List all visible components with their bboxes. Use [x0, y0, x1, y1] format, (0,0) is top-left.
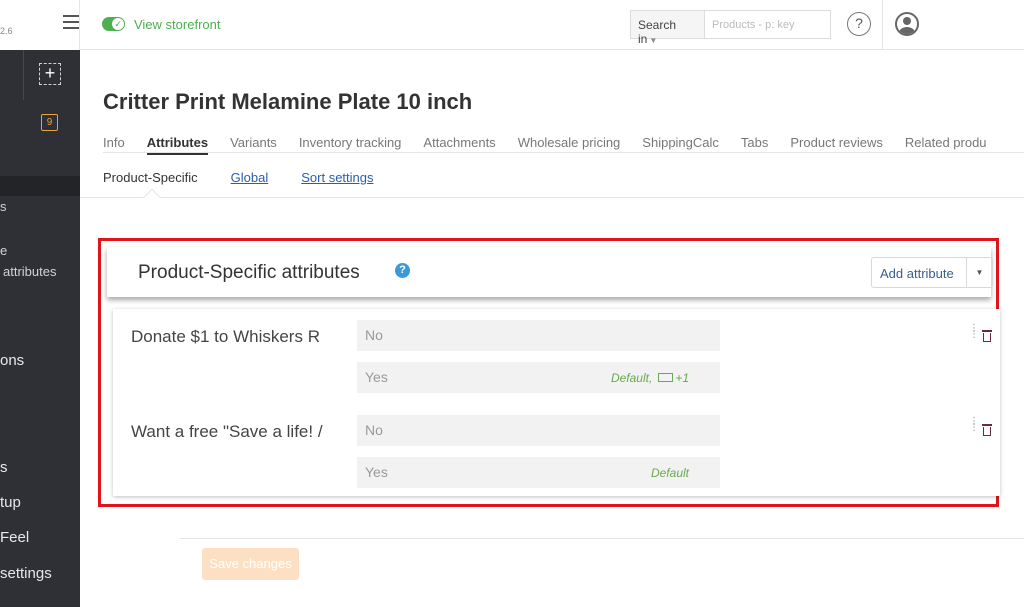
sidebar-item[interactable]: Feel	[0, 529, 29, 546]
attribute-name[interactable]: Donate $1 to Whiskers R	[131, 327, 339, 347]
add-attribute-dropdown[interactable]: ▼	[966, 257, 993, 288]
default-label: Default	[650, 466, 689, 480]
drag-handle-icon[interactable]: ⋮ ⋮	[969, 417, 979, 433]
attribute-subtabs: Product-Specific Global Sort settings	[103, 169, 407, 187]
product-tabs: Info Attributes Variants Inventory tracking…	[103, 134, 1024, 155]
option-value: Yes	[365, 464, 388, 480]
sidebar-item[interactable]: tup	[0, 494, 21, 511]
tab-inventory-tracking[interactable]: Inventory tracking	[299, 135, 402, 153]
version-label: 2.6	[0, 26, 13, 36]
tab-info[interactable]: Info	[103, 135, 125, 153]
price-modifier: +1	[675, 371, 689, 385]
subtab-sort-settings[interactable]: Sort settings	[301, 170, 373, 185]
page-title: Critter Print Melamine Plate 10 inch	[103, 89, 473, 114]
attribute-option[interactable]: No	[357, 320, 720, 351]
chevron-down-icon: ▼	[649, 36, 658, 45]
active-subtab-pointer	[143, 188, 161, 206]
tab-attachments[interactable]: Attachments	[423, 135, 495, 153]
option-value: No	[365, 422, 383, 438]
save-changes-button[interactable]: Save changes	[202, 548, 299, 580]
trash-icon[interactable]	[982, 424, 992, 436]
sidebar-active-item[interactable]	[0, 176, 80, 196]
tab-related-products[interactable]: Related produ	[905, 135, 987, 153]
attribute-option[interactable]: Yes Default, +1	[357, 362, 720, 393]
search-scope-dropdown[interactable]: Search in ▼	[630, 10, 705, 46]
subtab-global[interactable]: Global	[231, 170, 269, 185]
default-label: Default,	[610, 371, 653, 385]
search-scope-label: Search in	[638, 18, 677, 46]
help-icon[interactable]: ?	[847, 12, 871, 36]
subtab-product-specific[interactable]: Product-Specific	[103, 170, 198, 185]
attribute-option[interactable]: No	[357, 415, 720, 446]
price-modifier-icon	[658, 373, 674, 382]
subtabs-divider	[80, 197, 1024, 198]
sidebar-item[interactable]: s	[0, 459, 8, 476]
tab-variants[interactable]: Variants	[230, 135, 277, 153]
drag-handle-icon[interactable]: ⋮ ⋮	[969, 324, 979, 340]
sidebar: + 9 s e attributes ons s tup Feel settin…	[0, 50, 80, 607]
trash-icon[interactable]	[982, 330, 992, 342]
tab-tabs[interactable]: Tabs	[741, 135, 768, 153]
sidebar-top-tab[interactable]	[0, 50, 24, 100]
storefront-toggle[interactable]	[102, 17, 125, 31]
footer-divider	[180, 538, 1024, 539]
header-divider	[882, 0, 883, 50]
sidebar-item[interactable]: s	[0, 199, 7, 214]
option-value: Yes	[365, 369, 388, 385]
tab-wholesale-pricing[interactable]: Wholesale pricing	[518, 135, 621, 153]
sidebar-item[interactable]: e	[0, 243, 7, 258]
sidebar-item-attributes[interactable]: attributes	[3, 264, 56, 279]
menu-icon[interactable]	[63, 15, 79, 29]
main-content: Critter Print Melamine Plate 10 inch Inf…	[80, 51, 1024, 607]
option-meta: Default, +1	[611, 371, 689, 385]
tab-shippingcalc[interactable]: ShippingCalc	[642, 135, 719, 153]
add-icon[interactable]: +	[39, 63, 61, 85]
attribute-option[interactable]: Yes Default	[357, 457, 720, 488]
search-input[interactable]: Products - p: key	[704, 10, 831, 39]
add-attribute-button[interactable]: Add attribute	[871, 257, 967, 288]
tab-product-reviews[interactable]: Product reviews	[790, 135, 882, 153]
option-meta: Default	[651, 466, 689, 480]
option-value: No	[365, 327, 383, 343]
notification-badge[interactable]: 9	[41, 114, 58, 131]
sidebar-item[interactable]: ons	[0, 352, 24, 369]
attribute-name[interactable]: Want a free "Save a life! /	[131, 422, 339, 442]
panel-title: Product-Specific attributes	[138, 262, 360, 283]
sidebar-item-settings[interactable]: settings	[0, 565, 52, 582]
view-storefront-link[interactable]: View storefront	[134, 17, 220, 32]
attributes-panel-header: Product-Specific attributes ? Add attrib…	[107, 247, 993, 297]
chevron-down-icon: ▼	[975, 268, 984, 277]
user-icon[interactable]	[895, 12, 919, 36]
top-header: View storefront Search in▼ Products - p:…	[63, 0, 1024, 50]
attributes-list: Donate $1 to Whiskers R No Yes Default, +…	[113, 309, 1000, 496]
tab-attributes[interactable]: Attributes	[146, 135, 209, 155]
question-icon[interactable]: ?	[395, 263, 410, 278]
